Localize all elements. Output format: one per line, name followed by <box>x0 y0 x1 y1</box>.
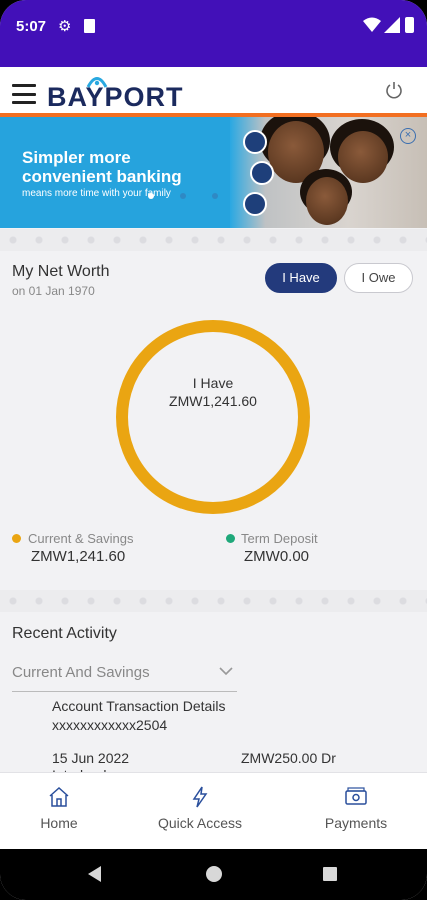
nav-quick-access[interactable]: Quick Access <box>140 773 260 850</box>
banner-card-icon <box>243 130 267 154</box>
decorative-strip <box>0 229 427 251</box>
chevron-down-icon <box>219 667 233 676</box>
power-icon[interactable] <box>384 80 404 100</box>
transaction-account: xxxxxxxxxxxx2504 <box>52 717 168 733</box>
nav-quick-access-label: Quick Access <box>157 815 243 831</box>
transaction-title[interactable]: Account Transaction Details <box>52 698 226 714</box>
menu-icon[interactable] <box>12 84 36 104</box>
tab-i-have[interactable]: I Have <box>265 263 337 293</box>
banner-wallet-icon <box>243 192 267 216</box>
legend-term-deposit-value: ZMW0.00 <box>244 548 310 565</box>
tab-i-owe[interactable]: I Owe <box>344 263 413 293</box>
carousel-dot-active[interactable] <box>148 193 154 199</box>
carousel-dot[interactable] <box>180 193 186 199</box>
nav-home-label: Home <box>40 815 78 831</box>
donut-center-label: I Have ZMW1,241.60 <box>116 374 310 410</box>
status-bar: 5:07 ⚙ <box>0 0 427 67</box>
legend-current-savings-label: Current & Savings <box>28 531 134 546</box>
recent-activity-title: Recent Activity <box>12 625 117 642</box>
gear-icon: ⚙ <box>58 18 72 35</box>
legend-current-savings-value: ZMW1,241.60 <box>31 548 126 565</box>
banner-location-icon <box>250 161 274 185</box>
donut-center-title: I Have <box>192 375 234 391</box>
sim-icon <box>84 19 95 33</box>
nav-home[interactable]: Home <box>0 773 118 850</box>
status-time: 5:07 <box>16 18 47 35</box>
net-worth-date: on 01 Jan 1970 <box>12 284 95 298</box>
home-button-icon[interactable] <box>206 866 222 882</box>
phone-screen: 5:07 ⚙ BAYPORT Simpler more convenient b… <box>0 0 427 900</box>
battery-icon <box>405 17 414 33</box>
payments-icon <box>345 787 367 805</box>
transaction-date: 15 Jun 2022 <box>52 750 130 766</box>
transaction-amount: ZMW250.00 Dr <box>241 750 336 766</box>
nav-payments[interactable]: Payments <box>302 773 410 850</box>
nav-payments-label: Payments <box>324 815 388 831</box>
bayport-logo: BAYPORT <box>47 82 184 112</box>
bottom-navigation: Home Quick Access Payments <box>0 772 427 849</box>
net-worth-donut-chart <box>116 320 310 514</box>
carousel-dot[interactable] <box>212 193 218 199</box>
system-navigation-bar <box>0 849 427 900</box>
promo-banner[interactable]: Simpler more convenient banking means mo… <box>0 117 427 228</box>
decorative-strip <box>0 590 427 612</box>
signal-icon <box>384 17 400 33</box>
legend-term-deposit-label: Term Deposit <box>241 531 318 546</box>
wifi-icon <box>363 17 381 32</box>
home-icon <box>49 786 69 807</box>
donut-center-value: ZMW1,241.60 <box>169 393 257 409</box>
banner-headline: Simpler more convenient banking <box>22 148 182 186</box>
legend-dot-current-savings <box>12 534 21 543</box>
net-worth-title: My Net Worth <box>12 263 110 280</box>
close-icon[interactable]: × <box>400 128 416 144</box>
account-type-dropdown[interactable]: Current And Savings <box>12 664 237 692</box>
legend-dot-term-deposit <box>226 534 235 543</box>
recent-apps-icon[interactable] <box>323 867 337 881</box>
app-bar: BAYPORT <box>0 67 427 117</box>
account-type-selected: Current And Savings <box>12 664 150 681</box>
back-icon[interactable] <box>88 866 101 882</box>
lightning-icon <box>192 786 208 808</box>
